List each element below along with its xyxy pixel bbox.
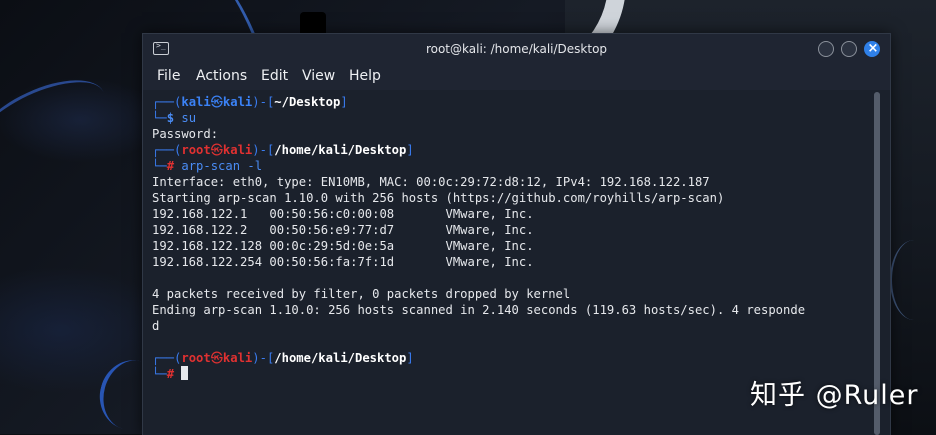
prompt-line: ┌──(kali㉿kali)-[~/Desktop] (152, 95, 348, 109)
maximize-button[interactable] (841, 41, 857, 57)
text-cursor (181, 366, 189, 380)
title-bar[interactable]: >_ root@kali: /home/kali/Desktop × (143, 34, 890, 65)
wallpaper-streak (0, 63, 117, 180)
minimize-button[interactable] (818, 41, 834, 57)
output-line: Ending arp-scan 1.10.0: 256 hosts scanne… (152, 303, 806, 317)
host-row: 192.168.122.128 00:0c:29:5d:0e:5a VMware… (152, 239, 534, 253)
output-line: Interface: eth0, type: EN10MB, MAC: 00:0… (152, 175, 710, 189)
watermark: 知乎 @Ruler (750, 380, 919, 411)
command-line: └─$ su (152, 111, 197, 125)
prompt-line: ┌──(root㉿kali)-[/home/kali/Desktop] (152, 351, 414, 365)
command-line[interactable]: └─# (152, 366, 189, 382)
window-title: root@kali: /home/kali/Desktop (425, 42, 608, 56)
host-row: 192.168.122.254 00:50:56:fa:7f:1d VMware… (152, 255, 534, 269)
command-line: └─# arp-scan -l (152, 159, 263, 173)
prompt-line: ┌──(root㉿kali)-[/home/kali/Desktop] (152, 143, 414, 157)
output-line: Starting arp-scan 1.10.0 with 256 hosts … (152, 191, 725, 205)
output-line: 4 packets received by filter, 0 packets … (152, 287, 571, 301)
menu-edit[interactable]: Edit (261, 68, 288, 84)
host-row: 192.168.122.2 00:50:56:e9:77:d7 VMware, … (152, 223, 534, 237)
menu-bar: File Actions Edit View Help (143, 64, 890, 90)
output-line: d (152, 319, 160, 333)
menu-view[interactable]: View (302, 68, 335, 84)
close-icon: × (867, 41, 879, 56)
menu-file[interactable]: File (157, 68, 180, 84)
menu-actions[interactable]: Actions (196, 68, 247, 84)
output-line: Password: (152, 127, 219, 141)
menu-help[interactable]: Help (349, 68, 381, 84)
wallpaper-streak (890, 240, 936, 320)
close-button[interactable]: × (864, 41, 880, 57)
host-row: 192.168.122.1 00:50:56:c0:00:08 VMware, … (152, 207, 534, 221)
